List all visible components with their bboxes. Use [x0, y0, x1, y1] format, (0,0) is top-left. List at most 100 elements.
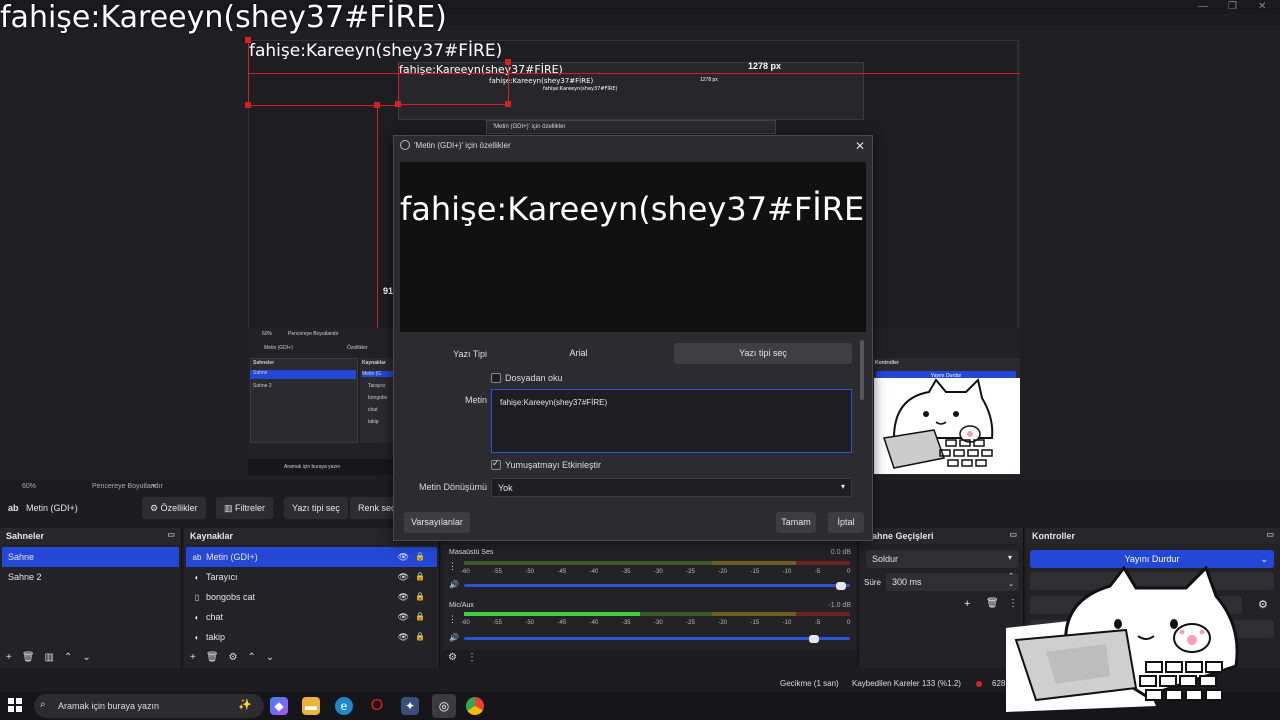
taskbar-search[interactable]: ⌕ Aramak için buraya yazın ✨ [34, 694, 264, 718]
scale-tick: -60 [461, 569, 470, 575]
properties-button[interactable]: ⚙ Özellikler [142, 497, 206, 519]
speaker-icon[interactable]: 🔊 [449, 633, 459, 642]
scale-tick: -10 [782, 620, 792, 626]
eye-icon[interactable]: 👁 [398, 547, 409, 567]
obs-icon[interactable]: ◎ [432, 694, 456, 718]
lock-icon[interactable]: 🔒 [415, 547, 425, 567]
scene-item[interactable]: Sahne [2, 547, 179, 567]
font-name: Arial [569, 348, 588, 358]
mini-source-item: bongobs [368, 395, 388, 401]
volume-slider[interactable] [464, 584, 850, 587]
dock-icon[interactable]: ▭ [1266, 530, 1274, 539]
transform-select[interactable]: Yok ▾ [491, 478, 852, 497]
lock-icon[interactable]: 🔒 [415, 567, 425, 587]
mini-controls-header: Kontroller [875, 360, 899, 366]
source-item[interactable]: ◐ Tarayıcı 👁 🔒 [186, 567, 437, 587]
windows-start-icon[interactable] [8, 698, 22, 712]
more-icon[interactable]: ⋮ [448, 561, 457, 572]
lock-icon[interactable]: 🔒 [415, 587, 425, 607]
close-icon[interactable]: ✕ [852, 138, 868, 154]
chevron-down-icon[interactable]: ▾ [152, 482, 156, 490]
text-source-icon: ab [192, 553, 202, 562]
scale-tick: -30 [654, 620, 663, 626]
trash-icon[interactable]: 🗑 [22, 652, 35, 663]
source-item[interactable]: ▯ bongobs cat 👁 🔒 [186, 587, 437, 607]
filter-icon[interactable]: ▥ [45, 652, 54, 663]
volume-slider[interactable] [464, 637, 850, 640]
close-window-icon[interactable]: ✕ [1258, 1, 1266, 12]
lock-icon[interactable]: 🔒 [415, 607, 425, 627]
chrome-icon[interactable] [466, 697, 484, 715]
duration-input[interactable]: 300 ms ⌃ ⌄ [886, 573, 1018, 591]
antialias-checkbox[interactable] [491, 458, 501, 470]
resize-handle[interactable] [245, 102, 251, 108]
bongo-cat-small-image [874, 378, 1020, 474]
resize-handle[interactable] [245, 37, 251, 43]
audio-mixer-dock: Masaüstü Ses 0.0 dB ⋮ -60 -55 -50 -45 -40 -35… [442, 528, 858, 668]
resize-handle[interactable] [505, 101, 511, 107]
scale-tick: -30 [654, 569, 663, 575]
speaker-icon[interactable]: 🔊 [449, 580, 459, 589]
more-icon[interactable]: ⋮ [448, 614, 457, 625]
eye-icon[interactable]: 👁 [398, 627, 409, 647]
chevron-up-icon[interactable]: ⌃ [248, 652, 256, 663]
source-item[interactable]: ◐ chat 👁 🔒 [186, 607, 437, 627]
source-item[interactable]: ab Metin (GDI+) 👁 🔒 [186, 547, 437, 567]
add-icon[interactable]: + [964, 598, 970, 610]
lock-icon[interactable]: 🔒 [415, 627, 425, 647]
filters-button[interactable]: ▥ Filtreler [216, 497, 274, 519]
restore-icon[interactable]: ❐ [1228, 1, 1237, 12]
text-source-icon: ab [8, 503, 19, 513]
folder-icon[interactable]: ▬ [302, 697, 320, 715]
scale-tick: -45 [557, 620, 567, 626]
trash-icon[interactable]: 🗑 [986, 598, 999, 609]
nested-text-1: fahişe:Kareeyn(shey37#FİRE) [249, 41, 503, 61]
resize-handle[interactable] [395, 101, 401, 107]
guide-line [398, 62, 399, 105]
text-input[interactable]: fahişe:Kareeyn(shey37#FİRE) [491, 389, 852, 453]
scale-tick: -55 [493, 569, 502, 575]
resize-handle[interactable] [374, 102, 380, 108]
scrollbar[interactable] [860, 340, 864, 400]
sources-footer: + 🗑 ⚙ ⌃ ⌄ [184, 650, 439, 668]
ok-button[interactable]: Tamam [776, 512, 816, 533]
volume-knob[interactable] [809, 635, 820, 643]
app-icon[interactable]: ✦ [401, 697, 419, 715]
scale-tick: -50 [525, 620, 534, 626]
dock-icon[interactable]: ▭ [167, 530, 175, 539]
volume-knob[interactable] [836, 582, 847, 590]
scene-item[interactable]: Sahne 2 [2, 567, 179, 587]
chevron-up-icon[interactable]: ⌃ [64, 652, 72, 663]
minimize-icon[interactable]: — [1198, 1, 1208, 12]
eye-icon[interactable]: 👁 [398, 567, 409, 587]
add-icon[interactable]: + [190, 652, 196, 663]
mini-source-item: chat [368, 407, 378, 413]
resize-handle[interactable] [505, 59, 511, 65]
eye-icon[interactable]: 👁 [398, 587, 409, 607]
opera-icon[interactable]: O [368, 697, 386, 715]
scale-tick: -50 [525, 569, 534, 575]
chevron-down-icon[interactable]: ⌄ [82, 652, 90, 663]
dock-icon[interactable]: ▭ [1009, 530, 1017, 539]
edge-icon[interactable]: e [335, 697, 353, 715]
source-item[interactable]: ◐ takip 👁 🔒 [186, 627, 437, 647]
chevron-down-icon: ▾ [1007, 553, 1012, 562]
select-font-button[interactable]: Yazı tipi seç [284, 497, 348, 519]
select-font-button[interactable]: Yazı tipi seç [674, 343, 852, 364]
defaults-button[interactable]: Varsayılanlar [404, 512, 470, 533]
eye-icon[interactable]: 👁 [398, 607, 409, 627]
add-icon[interactable]: + [6, 652, 12, 663]
gear-icon[interactable]: ⚙ [229, 652, 238, 663]
trash-icon[interactable]: 🗑 [206, 652, 219, 663]
chevron-down-icon[interactable]: ⌄ [266, 652, 274, 663]
more-icon[interactable]: ⋮ [467, 652, 477, 663]
scenes-footer: + 🗑 ▥ ⌃ ⌄ [0, 650, 181, 668]
transition-select[interactable]: Soldur ▾ [866, 550, 1018, 568]
zoom-level[interactable]: 60% [22, 483, 36, 490]
read-from-file-checkbox[interactable] [491, 373, 501, 383]
cancel-button[interactable]: İptal [828, 512, 864, 533]
dropped-frames: Kaybedilen Kareler 133 (%1.2) [852, 679, 961, 688]
copilot-icon[interactable]: ◆ [270, 697, 288, 715]
transitions-dock: Sahne Geçişleri ▭ Soldur ▾ Süre 300 ms ⌃ ⌄ +… [860, 528, 1024, 668]
gear-icon[interactable]: ⚙ [448, 652, 457, 663]
